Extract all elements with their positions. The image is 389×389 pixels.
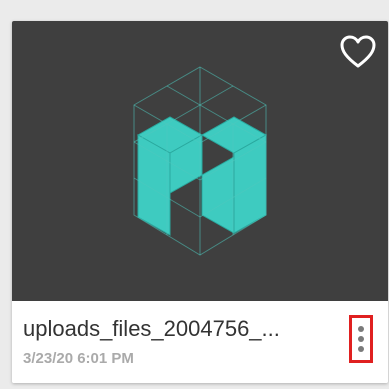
menu-dot xyxy=(358,336,364,342)
menu-dot xyxy=(358,326,364,332)
heart-outline-icon[interactable] xyxy=(338,33,378,73)
more-vertical-icon[interactable] xyxy=(349,315,373,363)
cube-lattice-logo-icon xyxy=(133,66,268,256)
file-name: uploads_files_2004756_... xyxy=(23,316,280,341)
file-card[interactable]: uploads_files_2004756_... 3/23/20 6:01 P… xyxy=(12,21,388,383)
file-date: 3/23/20 6:01 PM xyxy=(23,350,134,367)
menu-dot xyxy=(358,346,364,352)
card-footer: uploads_files_2004756_... 3/23/20 6:01 P… xyxy=(12,301,388,383)
file-thumbnail[interactable] xyxy=(12,21,388,301)
